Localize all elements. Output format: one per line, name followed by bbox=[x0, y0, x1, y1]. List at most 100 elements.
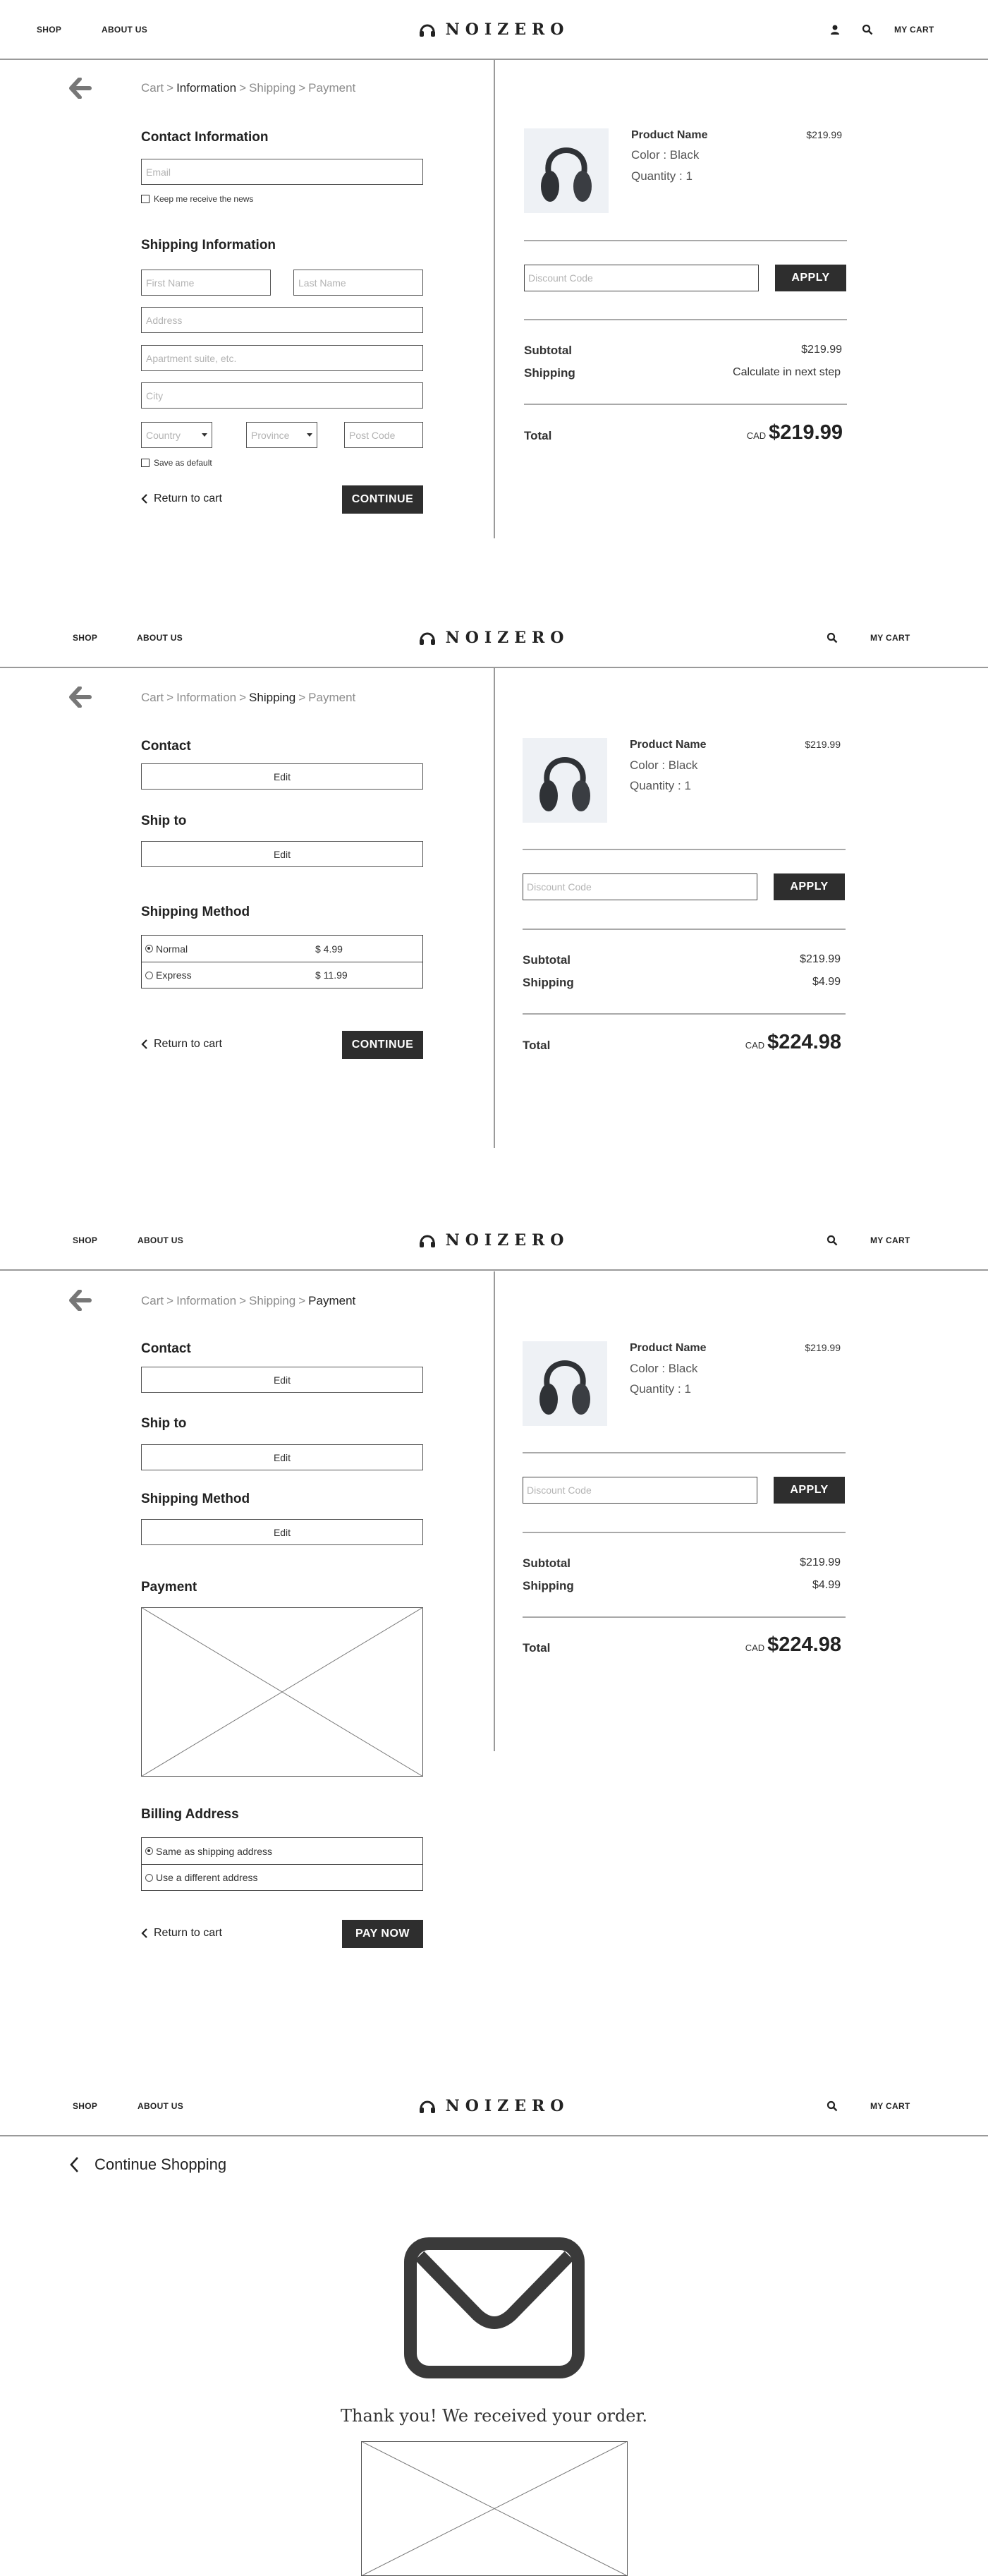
apply-button[interactable]: APPLY bbox=[775, 265, 846, 291]
option-label: Same as shipping address bbox=[156, 1845, 272, 1857]
total-amount: $224.98 bbox=[767, 1031, 841, 1053]
city-field[interactable]: City bbox=[141, 382, 423, 409]
nav-cart[interactable]: MY CART bbox=[894, 0, 934, 59]
crumb-sep: > bbox=[298, 691, 306, 704]
crumb-shipping[interactable]: Shipping bbox=[249, 81, 295, 95]
discount-code-input[interactable]: Discount Code bbox=[523, 1477, 757, 1504]
payment-form-placeholder[interactable] bbox=[141, 1607, 423, 1777]
crumb-information[interactable]: Information bbox=[176, 1294, 236, 1308]
address-field[interactable]: Address bbox=[141, 307, 423, 333]
payment-title: Payment bbox=[141, 1580, 197, 1595]
search-icon[interactable] bbox=[827, 1235, 838, 1246]
shipping-option-express[interactable]: Express $ 11.99 bbox=[142, 962, 422, 988]
chevron-left-icon bbox=[70, 2157, 78, 2172]
radio[interactable] bbox=[145, 1873, 153, 1882]
product-price: $219.99 bbox=[806, 129, 842, 140]
return-to-cart-link[interactable]: Return to cart bbox=[141, 1927, 222, 1940]
product-name: Product Name bbox=[630, 1342, 707, 1354]
shipping-method-title: Shipping Method bbox=[141, 905, 250, 919]
shipping-value: $4.99 bbox=[812, 1579, 841, 1591]
back-arrow-icon[interactable] bbox=[69, 78, 92, 99]
nav-cart[interactable]: MY CART bbox=[870, 2076, 910, 2135]
product-name: Product Name bbox=[630, 739, 707, 751]
first-name-field[interactable]: First Name bbox=[141, 270, 271, 296]
return-to-cart-link[interactable]: Return to cart bbox=[141, 1038, 222, 1051]
subtotal-label: Subtotal bbox=[523, 1556, 571, 1570]
last-name-field[interactable]: Last Name bbox=[293, 270, 423, 296]
apply-button[interactable]: APPLY bbox=[774, 1477, 845, 1504]
continue-button[interactable]: CONTINUE bbox=[342, 485, 423, 514]
nav-cart[interactable]: MY CART bbox=[870, 608, 910, 667]
billing-option-same[interactable]: Same as shipping address bbox=[142, 1838, 422, 1864]
ship-to-title: Ship to bbox=[141, 1416, 187, 1431]
province-select[interactable]: Province bbox=[246, 422, 317, 448]
return-to-cart-link[interactable]: Return to cart bbox=[141, 492, 222, 505]
shipping-value: Calculate in next step bbox=[733, 366, 841, 378]
crumb-shipping[interactable]: Shipping bbox=[249, 1294, 295, 1308]
crumb-cart[interactable]: Cart bbox=[141, 1294, 164, 1308]
radio-selected[interactable] bbox=[145, 945, 153, 953]
radio[interactable] bbox=[145, 971, 153, 979]
product-image bbox=[524, 128, 609, 213]
return-label: Return to cart bbox=[154, 1038, 222, 1050]
crumb-payment[interactable]: Payment bbox=[308, 691, 355, 705]
subtotal-value: $219.99 bbox=[800, 953, 841, 965]
crumb-sep: > bbox=[239, 1294, 247, 1307]
crumb-cart[interactable]: Cart bbox=[141, 81, 164, 95]
post-code-field[interactable]: Post Code bbox=[344, 422, 423, 448]
ship-to-edit-button[interactable]: Edit bbox=[141, 1444, 423, 1470]
news-checkbox[interactable] bbox=[141, 195, 150, 203]
save-default-checkbox[interactable] bbox=[141, 459, 150, 467]
continue-button[interactable]: CONTINUE bbox=[342, 1031, 423, 1059]
discount-code-input[interactable]: Discount Code bbox=[523, 873, 757, 900]
product-price: $219.99 bbox=[805, 1342, 841, 1353]
chevron-down-icon bbox=[307, 433, 312, 437]
search-icon[interactable] bbox=[827, 632, 838, 643]
crumb-shipping[interactable]: Shipping bbox=[249, 691, 295, 705]
account-icon[interactable] bbox=[829, 24, 841, 35]
column-divider bbox=[494, 60, 495, 538]
crumb-payment[interactable]: Payment bbox=[308, 81, 355, 95]
divider bbox=[523, 1013, 846, 1015]
headphones-logo-icon bbox=[419, 2100, 435, 2113]
search-icon[interactable] bbox=[827, 2100, 838, 2112]
crumb-cart[interactable]: Cart bbox=[141, 691, 164, 705]
apartment-field[interactable]: Apartment suite, etc. bbox=[141, 345, 423, 371]
apply-button[interactable]: APPLY bbox=[774, 873, 845, 900]
crumb-information[interactable]: Information bbox=[176, 691, 236, 705]
save-default-row[interactable]: Save as default bbox=[141, 458, 212, 468]
shipping-method-edit-button[interactable]: Edit bbox=[141, 1519, 423, 1545]
breadcrumb: Cart > Information > Shipping > Payment bbox=[141, 1294, 355, 1308]
product-quantity: Quantity : 1 bbox=[631, 169, 693, 183]
crumb-information[interactable]: Information bbox=[176, 81, 236, 95]
radio-selected[interactable] bbox=[145, 1847, 153, 1855]
search-icon[interactable] bbox=[862, 24, 873, 35]
contact-edit-button[interactable]: Edit bbox=[141, 763, 423, 790]
country-label: Country bbox=[146, 429, 181, 441]
shipping-option-normal[interactable]: Normal $ 4.99 bbox=[142, 936, 422, 962]
crumb-sep: > bbox=[298, 81, 306, 95]
divider bbox=[524, 404, 847, 405]
contact-edit-button[interactable]: Edit bbox=[141, 1367, 423, 1393]
back-arrow-icon[interactable] bbox=[69, 687, 92, 708]
product-color: Color : Black bbox=[630, 758, 698, 772]
pay-now-button[interactable]: PAY NOW bbox=[342, 1920, 423, 1948]
total-value: CAD $224.98 bbox=[702, 1031, 841, 1054]
divider bbox=[523, 1616, 846, 1618]
nav-cart[interactable]: MY CART bbox=[870, 1211, 910, 1269]
email-field[interactable]: Email bbox=[141, 159, 423, 185]
continue-shopping-link[interactable]: Continue Shopping bbox=[69, 2155, 226, 2174]
logo-text: NOIZERO bbox=[445, 628, 570, 647]
ship-to-edit-button[interactable]: Edit bbox=[141, 841, 423, 867]
discount-code-input[interactable]: Discount Code bbox=[524, 265, 759, 291]
back-arrow-icon[interactable] bbox=[69, 1290, 92, 1311]
shipping-label: Shipping bbox=[523, 976, 574, 989]
billing-option-different[interactable]: Use a different address bbox=[142, 1864, 422, 1890]
total-value: CAD $224.98 bbox=[702, 1633, 841, 1657]
news-checkbox-row[interactable]: Keep me receive the news bbox=[141, 194, 253, 204]
country-select[interactable]: Country bbox=[141, 422, 212, 448]
shipping-info-title: Shipping Information bbox=[141, 238, 276, 253]
subtotal-label: Subtotal bbox=[523, 953, 571, 967]
crumb-payment[interactable]: Payment bbox=[308, 1294, 355, 1308]
chevron-left-icon bbox=[141, 1928, 147, 1938]
